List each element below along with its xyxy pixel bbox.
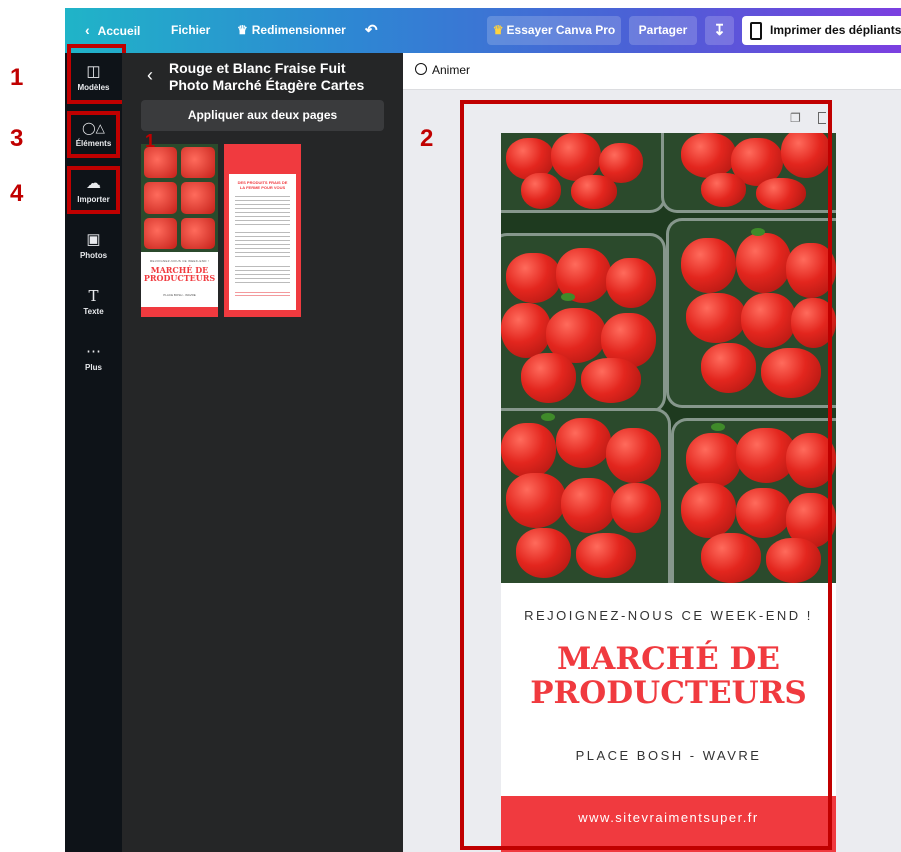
annotation-box-upload bbox=[67, 166, 120, 214]
crown-icon: ♛ bbox=[492, 23, 504, 37]
annotation-number-3: 3 bbox=[10, 125, 24, 152]
thumbnail-heading: MARCHÉ DE PRODUCTEURS bbox=[143, 265, 216, 283]
annotation-number-1: 1 bbox=[10, 64, 24, 91]
annotation-number-1-small: 1 bbox=[145, 131, 156, 151]
thumbnail-text-lines bbox=[235, 266, 290, 286]
sidebar-item-text[interactable]: T Texte bbox=[65, 287, 122, 316]
animate-toolbar: Animer bbox=[403, 53, 901, 90]
file-menu[interactable]: Fichier bbox=[171, 8, 210, 53]
animate-button[interactable]: Animer bbox=[415, 63, 470, 77]
sidebar-item-more[interactable]: ⋯ Plus bbox=[65, 343, 122, 372]
print-icon bbox=[750, 21, 762, 40]
thumbnail-photo bbox=[141, 144, 218, 252]
top-bar: ‹ Accueil Fichier ♛ Redimensionner ↶ ♛ Essa… bbox=[65, 8, 901, 53]
thumbnail2-heading: DES PRODUITS FRAIS DE LA FERME POUR VOUS bbox=[237, 180, 288, 190]
image-icon: ▣ bbox=[86, 231, 101, 248]
thumbnail-card: DES PRODUITS FRAIS DE LA FERME POUR VOUS bbox=[229, 174, 296, 310]
annotation-box-elements bbox=[67, 111, 120, 158]
print-flyers-button[interactable]: Imprimer des dépliants bbox=[742, 16, 901, 45]
chevron-left-icon: ‹ bbox=[85, 22, 90, 38]
templates-panel: ‹ Rouge et Blanc Fraise Fuit Photo March… bbox=[122, 53, 403, 852]
template-title: Rouge et Blanc Fraise Fuit Photo Marché … bbox=[169, 60, 365, 93]
sidebar-item-photos[interactable]: ▣ Photos bbox=[65, 231, 122, 260]
back-chevron-icon[interactable]: ‹ bbox=[147, 65, 153, 86]
thumbnail-text-lines bbox=[235, 292, 290, 298]
resize-button[interactable]: ♛ Redimensionner bbox=[237, 8, 346, 53]
crown-icon: ♛ bbox=[237, 23, 248, 37]
apply-both-pages-button[interactable]: Appliquer aux deux pages bbox=[141, 100, 384, 131]
annotation-number-4: 4 bbox=[10, 180, 24, 207]
annotation-box-design bbox=[460, 100, 832, 850]
undo-icon[interactable]: ↶ bbox=[365, 8, 378, 53]
template-thumbnail-page-1[interactable]: REJOIGNEZ-NOUS CE WEEK-END ! MARCHÉ DE P… bbox=[141, 144, 218, 317]
template-thumbnail-page-2[interactable]: DES PRODUITS FRAIS DE LA FERME POUR VOUS bbox=[224, 144, 301, 317]
thumbnail-footer-band bbox=[141, 307, 218, 317]
text-icon: T bbox=[88, 287, 99, 305]
share-button[interactable]: Partager bbox=[629, 16, 697, 45]
annotation-box-templates bbox=[67, 44, 126, 104]
annotation-number-2: 2 bbox=[420, 125, 434, 152]
more-icon: ⋯ bbox=[86, 343, 101, 360]
thumbnail-text-lines bbox=[235, 232, 290, 260]
try-pro-button[interactable]: ♛ Essayer Canva Pro bbox=[487, 16, 621, 45]
download-icon[interactable]: ↧ bbox=[705, 16, 734, 45]
thumbnail-text-lines bbox=[235, 196, 290, 226]
animate-icon bbox=[415, 63, 427, 75]
